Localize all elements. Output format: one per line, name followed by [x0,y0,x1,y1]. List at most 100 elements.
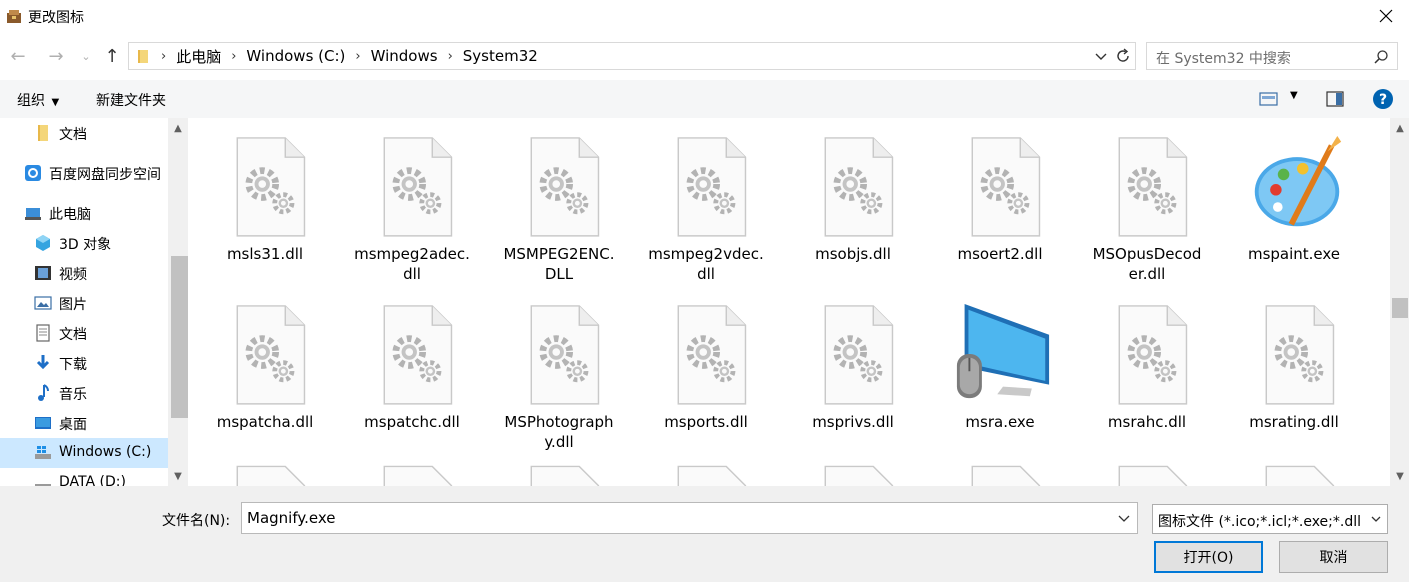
file-item-partial-icon[interactable] [1249,462,1345,486]
scroll-down-arrow-icon[interactable]: ▼ [168,466,188,486]
open-button[interactable]: 打开(O) [1154,541,1263,573]
new-folder-button[interactable]: 新建文件夹 [96,90,166,110]
search-icon [1374,50,1388,64]
sidebar-item-videos[interactable]: 视频 [0,258,168,288]
file-name: msmpeg2vdec. dll [648,245,764,283]
breadcrumb-windows-c[interactable]: Windows (C:) [240,47,351,65]
dll-gear-icon [824,137,894,237]
address-bar[interactable]: › 此电脑 › Windows (C:) › Windows › System3… [128,42,1136,70]
dll-gear-icon [1118,137,1188,237]
file-item[interactable]: msobjs.dll [778,122,918,282]
sidebar-item-pictures[interactable]: 图片 [0,288,168,318]
sidebar-item-label: 视频 [59,267,87,283]
view-options-icon[interactable] [1259,91,1279,107]
recent-locations-button[interactable]: ⌄ [74,44,98,68]
file-item-partial-icon[interactable] [955,462,1051,486]
sidebar-item-documents[interactable]: 文档 [0,318,168,348]
sidebar-item-downloads[interactable]: 下载 [0,348,168,378]
dialog-footer: 文件名(N): Magnify.exe 图标文件 (*.ico;*.icl;*.… [0,486,1409,582]
file-item[interactable]: msports.dll [631,290,771,450]
search-input[interactable]: 在 System32 中搜索 [1146,42,1398,70]
back-button[interactable]: ← [6,44,30,68]
filetype-dropdown[interactable] [1365,505,1387,533]
file-grid: msls31.dll msmpeg2adec. dll MSMPEG2ENC. DL… [190,118,1390,486]
sidebar-item-this-pc[interactable]: 此电脑 [0,198,168,228]
sidebar-item-label: 百度网盘同步空间 [49,167,161,183]
paint-palette-icon [1254,136,1342,227]
file-item-partial-icon[interactable] [808,462,904,486]
breadcrumb-this-pc[interactable]: 此电脑 [170,46,227,67]
sidebar-item-desktop[interactable]: 桌面 [0,408,168,438]
close-button[interactable] [1363,0,1409,32]
sidebar-scrollbar-thumb[interactable] [171,256,188,418]
file-item[interactable]: MSOpusDecod er.dll [1072,122,1212,283]
file-item-partial-icon[interactable] [367,462,463,486]
forward-button[interactable]: → [44,44,68,68]
file-name: mspatcha.dll [216,413,314,431]
dll-gear-icon [530,137,600,237]
address-history-chevron-icon[interactable] [1093,48,1109,64]
sidebar-item-label: DATA (D:) [59,474,126,486]
up-button[interactable]: ↑ [100,44,124,68]
refresh-icon[interactable] [1114,47,1132,65]
file-item[interactable]: msra.exe [925,290,1065,450]
help-icon[interactable]: ? [1372,88,1394,110]
breadcrumb-system32[interactable]: System32 [457,47,544,65]
chevron-down-icon[interactable] [1117,511,1131,525]
file-item[interactable]: msrahc.dll [1072,290,1212,450]
file-item-partial-icon[interactable] [220,462,316,486]
scroll-down-arrow-icon[interactable]: ▼ [1390,466,1409,486]
file-item[interactable]: MSPhotograph y.dll [484,290,624,451]
dll-gear-icon [383,137,453,237]
sidebar-item-label: 文档 [59,127,87,143]
file-item[interactable]: mspaint.exe [1219,122,1359,282]
filename-label: 文件名(N): [162,513,231,529]
navigation-pane: 文档 百度网盘同步空间 此电脑 3D 对象 视频 图片 文档 下载 音乐 桌面 … [0,118,188,486]
file-item[interactable]: msprivs.dll [778,290,918,450]
breadcrumb-windows[interactable]: Windows [365,47,444,65]
sidebar-item-label: 下载 [59,357,87,373]
file-item[interactable]: mspatcha.dll [190,290,330,450]
computer-icon [25,208,41,220]
sidebar-item-data-d[interactable]: DATA (D:) [0,468,168,486]
file-item[interactable]: MSMPEG2ENC. DLL [484,122,624,283]
documents-icon [36,324,50,342]
sidebar-item-baidu-netdisk[interactable]: 百度网盘同步空间 [0,158,168,188]
file-item[interactable]: msmpeg2vdec. dll [631,122,771,283]
dll-gear-icon [677,137,747,237]
breadcrumb: › 此电脑 › Windows (C:) › Windows › System3… [135,43,544,69]
scroll-up-arrow-icon[interactable]: ▲ [1390,118,1409,138]
file-name: mspaint.exe [1247,245,1341,263]
file-item-partial-icon[interactable] [514,462,610,486]
file-name: msra.exe [965,413,1035,431]
sidebar-item-music[interactable]: 音乐 [0,378,168,408]
music-icon [38,384,49,401]
file-name: msmpeg2adec. dll [354,245,470,283]
file-item[interactable]: msrating.dll [1219,290,1359,450]
filetype-value: 图标文件 (*.ico;*.icl;*.exe;*.dll [1158,514,1361,530]
file-name: msrating.dll [1249,413,1339,431]
organize-button[interactable]: 组织 ▼ [17,90,59,110]
sidebar-item-3d-objects[interactable]: 3D 对象 [0,228,168,258]
sidebar-item-documents-quick[interactable]: 文档 [0,118,168,148]
file-item[interactable]: mspatchc.dll [337,290,477,450]
file-name: msls31.dll [226,245,304,263]
file-list-scrollbar-thumb[interactable] [1392,298,1408,318]
cancel-button[interactable]: 取消 [1279,541,1388,573]
preview-pane-icon[interactable] [1326,91,1344,107]
file-item-partial-icon[interactable] [1102,462,1198,486]
filename-field[interactable]: Magnify.exe [241,502,1138,534]
search-placeholder: 在 System32 中搜索 [1156,51,1291,67]
file-item[interactable]: msoert2.dll [925,122,1065,282]
file-item-partial-icon[interactable] [661,462,757,486]
view-menu-caret-icon[interactable]: ▼ [1290,90,1298,101]
file-item[interactable]: msls31.dll [190,122,330,282]
breadcrumb-separator-icon: › [355,48,361,64]
sidebar-item-windows-c[interactable]: Windows (C:) [0,438,168,468]
file-name: MSPhotograph y.dll [504,413,614,451]
file-item[interactable]: msmpeg2adec. dll [337,122,477,283]
scroll-up-arrow-icon[interactable]: ▲ [168,118,188,138]
video-icon [35,266,51,280]
sidebar-item-label: 此电脑 [49,207,91,223]
filetype-select[interactable]: 图标文件 (*.ico;*.icl;*.exe;*.dll [1152,504,1388,534]
